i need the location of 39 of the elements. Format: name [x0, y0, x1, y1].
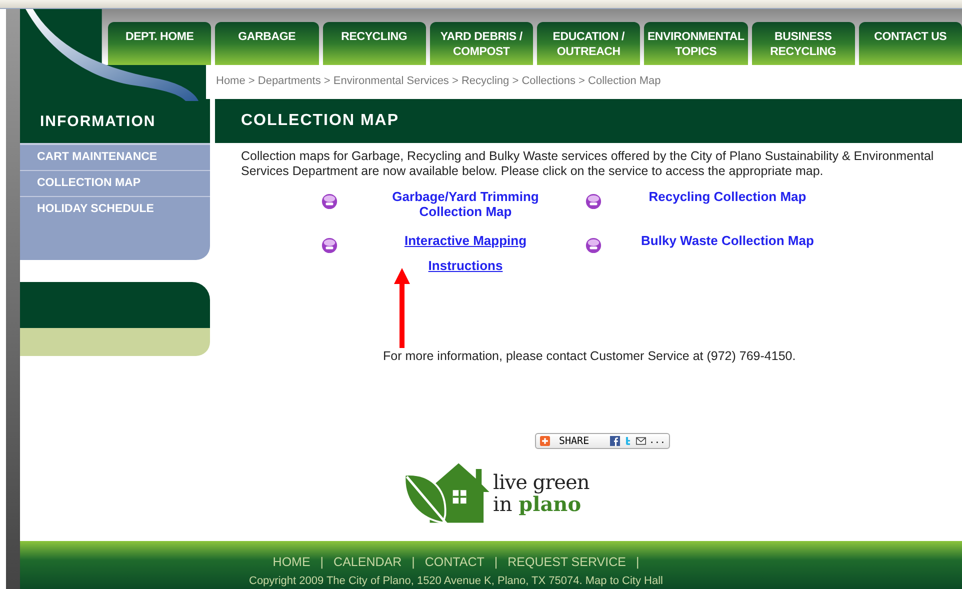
nav-tab[interactable]: DEPT. HOME [108, 22, 212, 65]
footer-link[interactable]: CALENDAR [334, 555, 402, 569]
bullet-icon [585, 237, 602, 254]
nav-tab[interactable]: CONTACT US [858, 22, 962, 65]
separator-text: | [320, 555, 324, 569]
nav-tab[interactable]: EDUCATION / OUTREACH [537, 22, 640, 65]
bullet-icon [585, 193, 602, 210]
map-link[interactable]: Instructions [428, 258, 503, 273]
facebook-icon [610, 436, 620, 446]
separator-text: | [412, 555, 415, 569]
breadcrumb: Home > Departments > Environmental Services > Recycling > Collections > Collection Map [216, 75, 662, 87]
logo-text: live green [493, 471, 590, 493]
contact-note: For more information, please contact Customer Service at (972) 769-4150. [383, 349, 797, 363]
logo-text: plano [518, 492, 582, 516]
nav-tab[interactable]: BUSINESS RECYCLING [752, 22, 855, 65]
plus-icon [540, 436, 550, 446]
map-link[interactable]: Recycling Collection Map [648, 189, 806, 204]
share-button[interactable]: SHARE ... [535, 433, 670, 449]
nav-tab[interactable]: YARD DEBRIS / COMPOST [430, 22, 533, 65]
separator-text: | [494, 555, 498, 569]
bullet-icon [321, 237, 338, 254]
sidebar-title: INFORMATION [20, 99, 210, 143]
bullet-icon [321, 193, 338, 210]
nav-tab[interactable]: GARBAGE [215, 22, 318, 65]
mail-icon [636, 436, 646, 446]
map-link[interactable]: Interactive Mapping [404, 233, 527, 248]
map-link[interactable]: Bulky Waste Collection Map [641, 233, 814, 248]
logo-text: in [493, 492, 512, 516]
page-title: COLLECTION MAP [215, 99, 962, 143]
map-link[interactable]: Map to City Hall [585, 575, 663, 587]
copyright-text: Copyright 2009 The City of Plano, 1520 Avenue K, Plano, TX 75074. [249, 575, 582, 587]
separator-text: | [636, 555, 640, 569]
map-link[interactable]: Garbage/Yard Trimming Collection Map [360, 189, 570, 219]
footer-link[interactable]: REQUEST SERVICE [508, 555, 626, 569]
nav-tab[interactable]: ENVIRONMENTAL TOPICS [644, 22, 748, 65]
nav-tab[interactable]: RECYCLING [322, 22, 426, 65]
footer-link[interactable]: HOME [272, 555, 310, 569]
intro-text: Collection maps for Garbage, Recycling and Bulky Waste services offered by the City of Plano Sustainability & Environmental Services Department are now available below. Please click on the service to access the appropriate map. [241, 149, 935, 179]
footer-link[interactable]: CONTACT [424, 555, 484, 569]
